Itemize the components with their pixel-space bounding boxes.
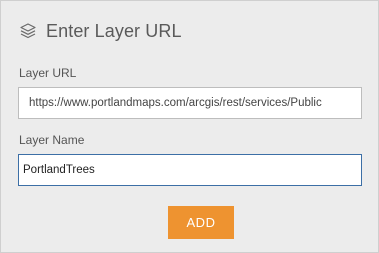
layer-url-input[interactable] xyxy=(18,87,362,119)
layers-icon xyxy=(19,22,37,40)
panel-title: Enter Layer URL xyxy=(46,20,182,41)
layer-name-label: Layer Name xyxy=(19,133,85,147)
layer-name-input[interactable] xyxy=(18,154,362,186)
layer-url-label: Layer URL xyxy=(19,66,77,80)
enter-layer-url-panel: Enter Layer URL Layer URL Layer Name ADD xyxy=(0,0,379,253)
panel-header: Enter Layer URL xyxy=(19,18,182,44)
add-button[interactable]: ADD xyxy=(168,206,234,239)
